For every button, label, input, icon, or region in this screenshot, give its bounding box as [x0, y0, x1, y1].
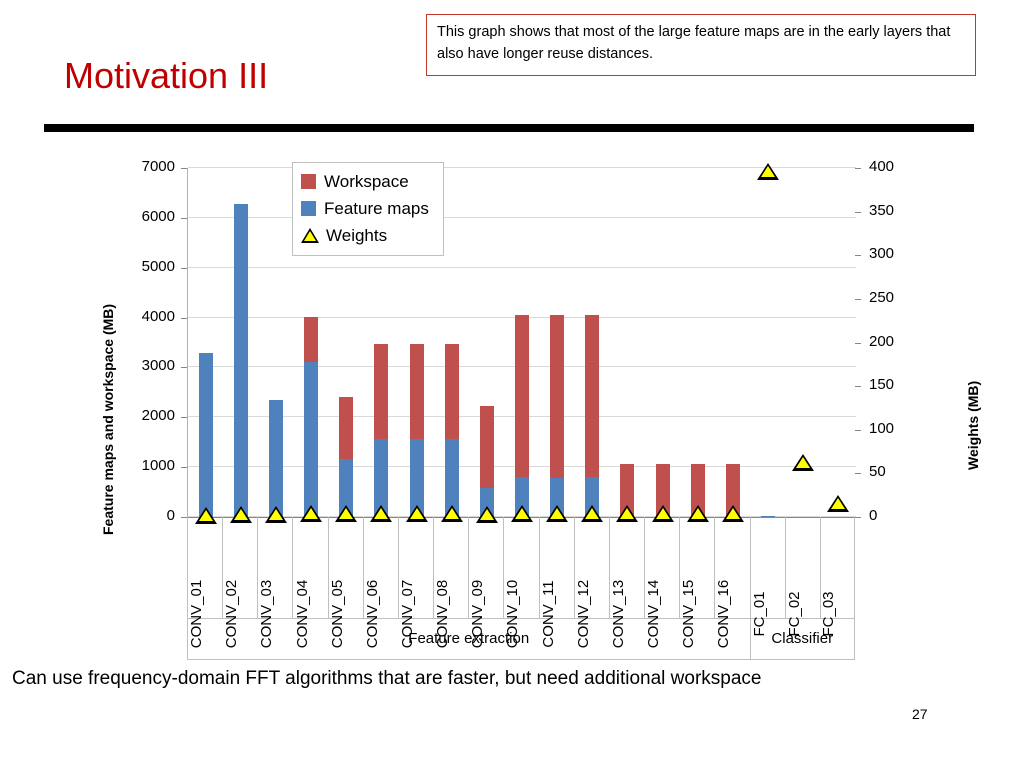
y-axis-tick-label-right: 0: [869, 507, 878, 524]
bar-column[interactable]: [725, 168, 740, 517]
x-axis-category-cell: CONV_14: [644, 517, 679, 648]
bar-column[interactable]: [585, 168, 600, 517]
y-axis-tick-label-right: 200: [869, 332, 895, 350]
bar-segment-feature-maps[interactable]: [233, 203, 248, 517]
x-axis-category-cell: CONV_02: [222, 517, 257, 648]
y-axis-tick-label-right: 100: [869, 419, 895, 437]
legend-swatch-feature-maps-icon: [301, 201, 316, 216]
x-axis-category-cell: FC_03: [819, 517, 855, 637]
bar-column[interactable]: [620, 168, 635, 517]
legend-item-weights: Weights: [301, 222, 429, 249]
bar-column[interactable]: [761, 168, 776, 517]
plot-area: [187, 163, 856, 525]
legend-item-workspace: Workspace: [301, 168, 429, 195]
bar-column[interactable]: [268, 168, 283, 517]
x-axis-category-cell: CONV_12: [573, 517, 609, 648]
x-axis-category-cell: FC_01: [749, 517, 785, 637]
x-axis-category-cell: CONV_08: [433, 517, 468, 648]
bar-segment-feature-maps[interactable]: [304, 361, 319, 517]
x-axis-category-cell: CONV_06: [362, 517, 398, 648]
y-axis-tick-label-right: 400: [869, 158, 895, 175]
bar-segment-feature-maps[interactable]: [268, 399, 283, 517]
bar-column[interactable]: [233, 168, 248, 517]
bar-segment-workspace[interactable]: [550, 315, 565, 478]
x-axis-category-cell: CONV_16: [714, 517, 749, 648]
slide-caption: Can use frequency-domain FFT algorithms …: [12, 668, 762, 689]
y-axis-label-right: Weights (MB): [965, 380, 981, 470]
x-axis-group-label: Classifier: [771, 630, 834, 647]
legend-item-feature-maps: Feature maps: [301, 195, 429, 222]
x-axis-group-cell: Classifier: [749, 618, 855, 660]
bar-segment-workspace[interactable]: [409, 343, 424, 439]
bar-segment-workspace[interactable]: [479, 406, 494, 489]
x-axis-category-cell: CONV_04: [292, 517, 327, 648]
x-axis-category-cell: CONV_03: [257, 517, 292, 648]
x-axis-category-cell: CONV_05: [327, 517, 363, 648]
bar-column[interactable]: [690, 168, 705, 517]
bar-column[interactable]: [444, 168, 459, 517]
x-axis-group-label: Feature extraction: [408, 630, 530, 647]
bar-segment-workspace[interactable]: [304, 317, 319, 362]
y-axis-tick-label-left: 4000: [141, 307, 175, 325]
callout-box: This graph shows that most of the large …: [426, 14, 976, 76]
weights-triangle-marker-icon[interactable]: [792, 453, 815, 471]
bar-segment-feature-maps[interactable]: [198, 353, 213, 517]
bar-segment-workspace[interactable]: [585, 315, 600, 478]
x-axis-category-cell: CONV_15: [679, 517, 714, 648]
bar-segment-workspace[interactable]: [339, 396, 354, 459]
x-axis-category-cell: CONV_13: [608, 517, 644, 648]
title-divider: [44, 124, 974, 132]
bar-segment-workspace[interactable]: [515, 315, 529, 478]
x-axis-group-cell: Feature extraction: [187, 618, 750, 660]
y-axis-tick-label-right: 50: [869, 463, 886, 481]
bar-column[interactable]: [655, 168, 670, 517]
x-axis-category-labels: CONV_01 CONV_02 CONV_03 CONV_04 CONV_05 CONV_…: [187, 517, 855, 648]
bar-column[interactable]: [831, 168, 845, 517]
y-axis-tick-label-left: 6000: [141, 207, 175, 225]
legend-triangle-weights-icon: [301, 228, 320, 243]
chart-container: Feature maps and workspace (MB) Weights …: [60, 150, 981, 660]
y-axis-tick-label-left: 3000: [141, 357, 175, 375]
page-number: 27: [912, 706, 928, 722]
x-axis-category-cell: CONV_01: [187, 517, 222, 648]
bar-column[interactable]: [515, 168, 529, 517]
x-axis-category-cell: CONV_11: [538, 517, 574, 648]
bar-segment-workspace[interactable]: [374, 343, 389, 439]
y-axis-tick-label-left: 5000: [141, 257, 175, 275]
y-axis-tick-label-left: 2000: [141, 407, 175, 425]
y-axis-tick-label-left: 7000: [141, 158, 175, 175]
x-axis-category-cell: CONV_10: [503, 517, 538, 648]
x-axis-category-cell: FC_02: [784, 517, 820, 637]
x-axis-group-labels: Feature extraction Classifier: [187, 618, 855, 660]
weights-triangle-marker-icon[interactable]: [757, 163, 780, 181]
y-axis-tick-label-right: 150: [869, 376, 895, 394]
x-axis-category-cell: CONV_07: [397, 517, 433, 648]
y-axis-tick-label-left: 1000: [141, 457, 175, 475]
legend-label-feature-maps: Feature maps: [324, 198, 429, 218]
y-axis-tick-label-right: 350: [869, 201, 895, 219]
bar-segment-workspace[interactable]: [444, 343, 459, 439]
weights-triangle-marker-icon[interactable]: [827, 494, 850, 512]
bar-column[interactable]: [479, 168, 494, 517]
callout-text: This graph shows that most of the large …: [437, 24, 951, 62]
page-title: Motivation III: [64, 55, 269, 96]
y-axis-tick-label-left: 0: [166, 507, 175, 524]
x-axis-category-cell: CONV_09: [468, 517, 503, 648]
legend-label-workspace: Workspace: [324, 171, 409, 191]
chart-legend: Workspace Feature maps Weights: [292, 162, 444, 256]
bar-column[interactable]: [198, 168, 213, 517]
bar-column[interactable]: [550, 168, 565, 517]
y-axis-tick-label-right: 250: [869, 288, 895, 306]
legend-swatch-workspace-icon: [301, 174, 316, 189]
y-axis-tick-label-right: 300: [869, 245, 895, 263]
legend-label-weights: Weights: [326, 225, 388, 245]
